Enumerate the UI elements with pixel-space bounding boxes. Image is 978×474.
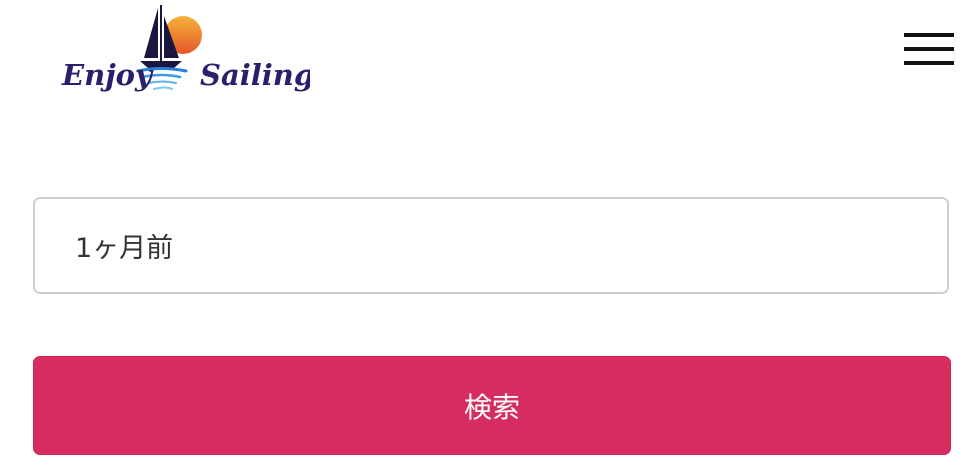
hamburger-menu-button[interactable] — [900, 28, 958, 74]
logo-graphic: Enjoy Sailing — [61, 5, 310, 92]
search-button[interactable]: 検索 — [33, 356, 951, 455]
page: Enjoy Sailing 1ヶ月前 検索 — [0, 0, 978, 474]
period-select-value: 1ヶ月前 — [75, 233, 174, 264]
enjoy-sailing-logo[interactable]: Enjoy Sailing — [58, 2, 310, 100]
period-select-field[interactable]: 1ヶ月前 — [33, 197, 949, 294]
search-button-label: 検索 — [463, 390, 520, 424]
logo-word-right: Sailing — [200, 58, 310, 92]
logo-word-left: Enjoy — [61, 58, 154, 92]
